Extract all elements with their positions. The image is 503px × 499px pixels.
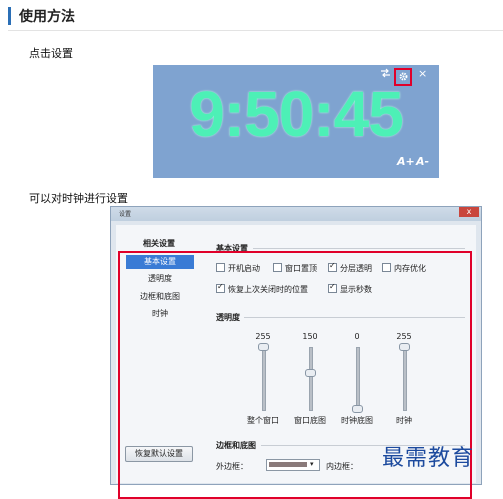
checkbox-box xyxy=(273,263,282,272)
inner-border-label: 内边框： xyxy=(326,462,358,471)
step2-label: 可以对时钟进行设置 xyxy=(29,192,128,205)
nav-item-transparency[interactable]: 透明度 xyxy=(126,273,194,284)
slider-thumb-window-bg[interactable] xyxy=(305,369,316,377)
checkbox-label: 恢复上次关闭时的位置 xyxy=(228,285,308,294)
slider-thumb-clock-bg[interactable] xyxy=(352,405,363,413)
outer-border-combo[interactable]: ▾ xyxy=(266,459,320,471)
checkbox-box xyxy=(382,263,391,272)
checkbox-box xyxy=(216,282,225,293)
nav-header: 相关设置 xyxy=(143,239,175,248)
slider-label: 整个窗口 xyxy=(247,416,279,425)
slider-value: 150 xyxy=(302,332,318,341)
nav-item-clock[interactable]: 时钟 xyxy=(126,308,194,319)
checkbox-topmost[interactable]: 窗口置顶 xyxy=(273,263,317,274)
font-larger-button[interactable]: A+ xyxy=(397,155,415,168)
checkbox-show-seconds[interactable]: 显示秒数 xyxy=(328,282,372,295)
checkbox-label: 显示秒数 xyxy=(340,285,372,294)
slider-value: 255 xyxy=(255,332,271,341)
checkbox-label: 分层透明 xyxy=(340,264,372,273)
checkbox-label: 开机启动 xyxy=(228,264,260,273)
slider-track xyxy=(403,347,407,411)
window-title: 设置 xyxy=(119,211,132,218)
clock-time: 9:50:45 xyxy=(189,78,404,150)
font-smaller-button[interactable]: A- xyxy=(416,155,429,168)
slider-label: 时钟底图 xyxy=(341,416,373,425)
checkbox-box xyxy=(216,263,225,272)
basic-settings-title: 基本设置 xyxy=(216,244,248,253)
divider xyxy=(244,317,465,318)
outer-border-label: 外边框： xyxy=(216,462,248,471)
reset-defaults-button[interactable]: 恢复默认设置 xyxy=(125,446,193,462)
nav-item-basic[interactable]: 基本设置 xyxy=(126,255,194,269)
checkbox-layered[interactable]: 分层透明 xyxy=(328,261,372,274)
checkbox-autostart[interactable]: 开机启动 xyxy=(216,263,260,274)
clock-widget: 9:50:45 × A+ A- xyxy=(153,65,439,178)
slider-value: 255 xyxy=(396,332,412,341)
slider-thumb-clock[interactable] xyxy=(399,343,410,351)
slider-label: 窗口底图 xyxy=(294,416,326,425)
step1-label: 点击设置 xyxy=(29,47,73,60)
checkbox-label: 窗口置顶 xyxy=(285,264,317,273)
chevron-down-icon: ▾ xyxy=(310,460,314,468)
window-titlebar: 设置 x xyxy=(111,207,481,221)
pin-icon[interactable] xyxy=(380,68,391,81)
watermark: 最需教育 xyxy=(382,446,475,471)
color-swatch xyxy=(269,462,307,467)
checkbox-restore-position[interactable]: 恢复上次关闭时的位置 xyxy=(216,282,308,295)
slider-value: 0 xyxy=(354,332,360,341)
slider-track xyxy=(262,347,266,411)
divider xyxy=(253,248,465,249)
checkbox-box xyxy=(328,282,337,293)
section-title: 使用方法 xyxy=(19,9,75,25)
transparency-title: 透明度 xyxy=(216,313,240,322)
accent-bar xyxy=(8,7,11,25)
slider-label: 时钟 xyxy=(396,416,412,425)
checkbox-memory[interactable]: 内存优化 xyxy=(382,263,426,274)
gear-icon[interactable] xyxy=(398,71,409,85)
section-header: 使用方法 xyxy=(8,4,503,31)
checkbox-box xyxy=(328,261,337,272)
slider-thumb-window[interactable] xyxy=(258,343,269,351)
border-title: 边框和底图 xyxy=(216,441,256,450)
nav-item-border[interactable]: 边框和底图 xyxy=(126,291,194,302)
slider-track xyxy=(356,347,360,411)
slider-track xyxy=(309,347,313,411)
window-close-button[interactable]: x xyxy=(459,207,479,217)
checkbox-label: 内存优化 xyxy=(394,264,426,273)
close-icon[interactable]: × xyxy=(418,67,427,80)
